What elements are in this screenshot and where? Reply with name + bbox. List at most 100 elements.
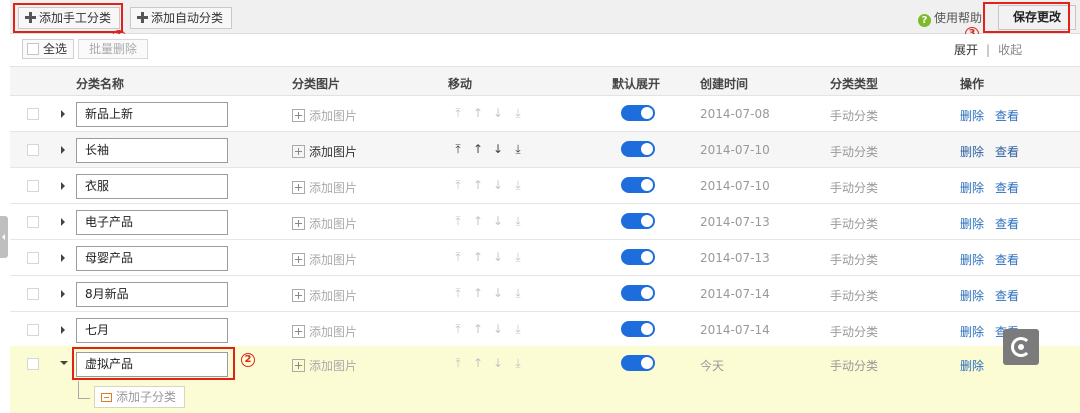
add-image-button[interactable]: 添加图片 <box>292 287 357 304</box>
view-link[interactable]: 查看 <box>995 253 1019 267</box>
row-checkbox[interactable] <box>27 144 39 156</box>
default-expand-toggle[interactable] <box>621 285 655 301</box>
header-move: 移动 <box>448 77 473 91</box>
delete-link[interactable]: 删除 <box>960 325 984 339</box>
add-image-button[interactable]: 添加图片 <box>292 179 357 196</box>
batch-delete-button[interactable]: 批量删除 <box>78 39 149 59</box>
move-down-icon[interactable]: ↓ <box>488 356 508 370</box>
select-all-checkbox[interactable]: 全选 <box>22 39 75 59</box>
move-top-icon[interactable]: ⤒ <box>448 142 468 157</box>
move-down-icon[interactable]: ↓ <box>488 106 508 120</box>
move-up-icon[interactable]: ↑ <box>468 178 488 192</box>
move-down-icon[interactable]: ↓ <box>488 286 508 300</box>
category-name-input[interactable]: 长袖 <box>76 138 228 163</box>
delete-link[interactable]: 删除 <box>960 253 984 267</box>
row-checkbox[interactable] <box>27 108 39 120</box>
move-bottom-icon[interactable]: ⤓ <box>508 214 528 229</box>
default-expand-toggle[interactable] <box>621 177 655 193</box>
category-name-input[interactable]: 虚拟产品 <box>76 352 228 377</box>
row-checkbox[interactable] <box>27 252 39 264</box>
add-image-button[interactable]: 添加图片 <box>292 107 357 124</box>
move-bottom-icon[interactable]: ⤓ <box>508 250 528 265</box>
move-bottom-icon[interactable]: ⤓ <box>508 106 528 121</box>
row-checkbox[interactable] <box>27 358 39 370</box>
default-expand-toggle[interactable] <box>621 141 655 157</box>
category-name-input[interactable]: 母婴产品 <box>76 246 228 271</box>
move-bottom-icon[interactable]: ⤓ <box>508 322 528 337</box>
default-expand-toggle[interactable] <box>621 355 655 371</box>
move-top-icon[interactable]: ⤒ <box>448 178 468 193</box>
delete-link[interactable]: 删除 <box>960 145 984 159</box>
row-checkbox[interactable] <box>27 216 39 228</box>
move-up-icon[interactable]: ↑ <box>468 106 488 120</box>
view-link[interactable]: 查看 <box>995 181 1019 195</box>
help-link[interactable]: ? 使用帮助 <box>918 9 982 27</box>
move-down-icon[interactable]: ↓ <box>488 142 508 156</box>
delete-link[interactable]: 删除 <box>960 289 984 303</box>
category-name-input[interactable]: 电子产品 <box>76 210 228 235</box>
default-expand-toggle[interactable] <box>621 321 655 337</box>
default-expand-toggle[interactable] <box>621 105 655 121</box>
move-down-icon[interactable]: ↓ <box>488 214 508 228</box>
category-name-input[interactable]: 新品上新 <box>76 102 228 127</box>
move-up-icon[interactable]: ↑ <box>468 250 488 264</box>
row-checkbox[interactable] <box>27 324 39 336</box>
expand-arrow-icon[interactable] <box>61 218 65 226</box>
add-child-category-button[interactable]: 添加子分类 <box>94 386 186 408</box>
move-top-icon[interactable]: ⤒ <box>448 250 468 265</box>
move-up-icon[interactable]: ↑ <box>468 286 488 300</box>
move-top-icon[interactable]: ⤒ <box>448 214 468 229</box>
category-name-input[interactable]: 8月新品 <box>76 282 228 307</box>
move-down-icon[interactable]: ↓ <box>488 250 508 264</box>
expand-arrow-icon[interactable] <box>61 110 65 118</box>
default-expand-toggle[interactable] <box>621 213 655 229</box>
delete-link[interactable]: 删除 <box>960 109 984 123</box>
move-up-icon[interactable]: ↑ <box>468 322 488 336</box>
category-name-input[interactable]: 衣服 <box>76 174 228 199</box>
row-checkbox[interactable] <box>27 180 39 192</box>
move-bottom-icon[interactable]: ⤓ <box>508 142 528 157</box>
expand-arrow-icon[interactable] <box>61 290 65 298</box>
delete-link[interactable]: 删除 <box>960 217 984 231</box>
move-top-icon[interactable]: ⤒ <box>448 106 468 121</box>
collapse-all-link[interactable]: 收起 <box>998 43 1022 57</box>
plus-box-icon <box>292 359 305 372</box>
move-up-icon[interactable]: ↑ <box>468 356 488 370</box>
move-bottom-icon[interactable]: ⤓ <box>508 286 528 301</box>
expand-arrow-icon[interactable] <box>61 326 65 334</box>
expand-all-link[interactable]: 展开 <box>954 43 978 57</box>
floating-assistant-button[interactable] <box>1003 329 1039 365</box>
expand-arrow-icon[interactable] <box>61 182 65 190</box>
header-type: 分类类型 <box>830 77 879 91</box>
move-top-icon[interactable]: ⤒ <box>448 322 468 337</box>
add-image-button[interactable]: 添加图片 <box>292 251 357 268</box>
move-bottom-icon[interactable]: ⤓ <box>508 356 528 371</box>
move-down-icon[interactable]: ↓ <box>488 178 508 192</box>
move-down-icon[interactable]: ↓ <box>488 322 508 336</box>
save-changes-button[interactable]: 保存更改 <box>998 5 1076 30</box>
row-checkbox[interactable] <box>27 288 39 300</box>
move-top-icon[interactable]: ⤒ <box>448 286 468 301</box>
add-image-button[interactable]: 添加图片 <box>292 357 357 374</box>
expand-arrow-icon[interactable] <box>61 146 65 154</box>
add-image-button[interactable]: 添加图片 <box>292 323 357 340</box>
collapse-arrow-icon[interactable] <box>60 361 68 365</box>
move-up-icon[interactable]: ↑ <box>468 142 488 156</box>
category-name-input[interactable]: 七月 <box>76 318 228 343</box>
sidebar-collapse-handle[interactable] <box>0 216 8 258</box>
view-link[interactable]: 查看 <box>995 289 1019 303</box>
add-auto-category-button[interactable]: 添加自动分类 <box>130 7 233 29</box>
default-expand-toggle[interactable] <box>621 249 655 265</box>
move-bottom-icon[interactable]: ⤓ <box>508 178 528 193</box>
view-link[interactable]: 查看 <box>995 217 1019 231</box>
add-image-button[interactable]: 添加图片 <box>292 143 357 160</box>
delete-link[interactable]: 删除 <box>960 359 984 373</box>
view-link[interactable]: 查看 <box>995 109 1019 123</box>
add-image-button[interactable]: 添加图片 <box>292 215 357 232</box>
expand-arrow-icon[interactable] <box>61 254 65 262</box>
add-manual-category-button[interactable]: 添加手工分类 <box>18 7 121 29</box>
delete-link[interactable]: 删除 <box>960 181 984 195</box>
move-up-icon[interactable]: ↑ <box>468 214 488 228</box>
move-top-icon[interactable]: ⤒ <box>448 356 468 371</box>
view-link[interactable]: 查看 <box>995 145 1019 159</box>
